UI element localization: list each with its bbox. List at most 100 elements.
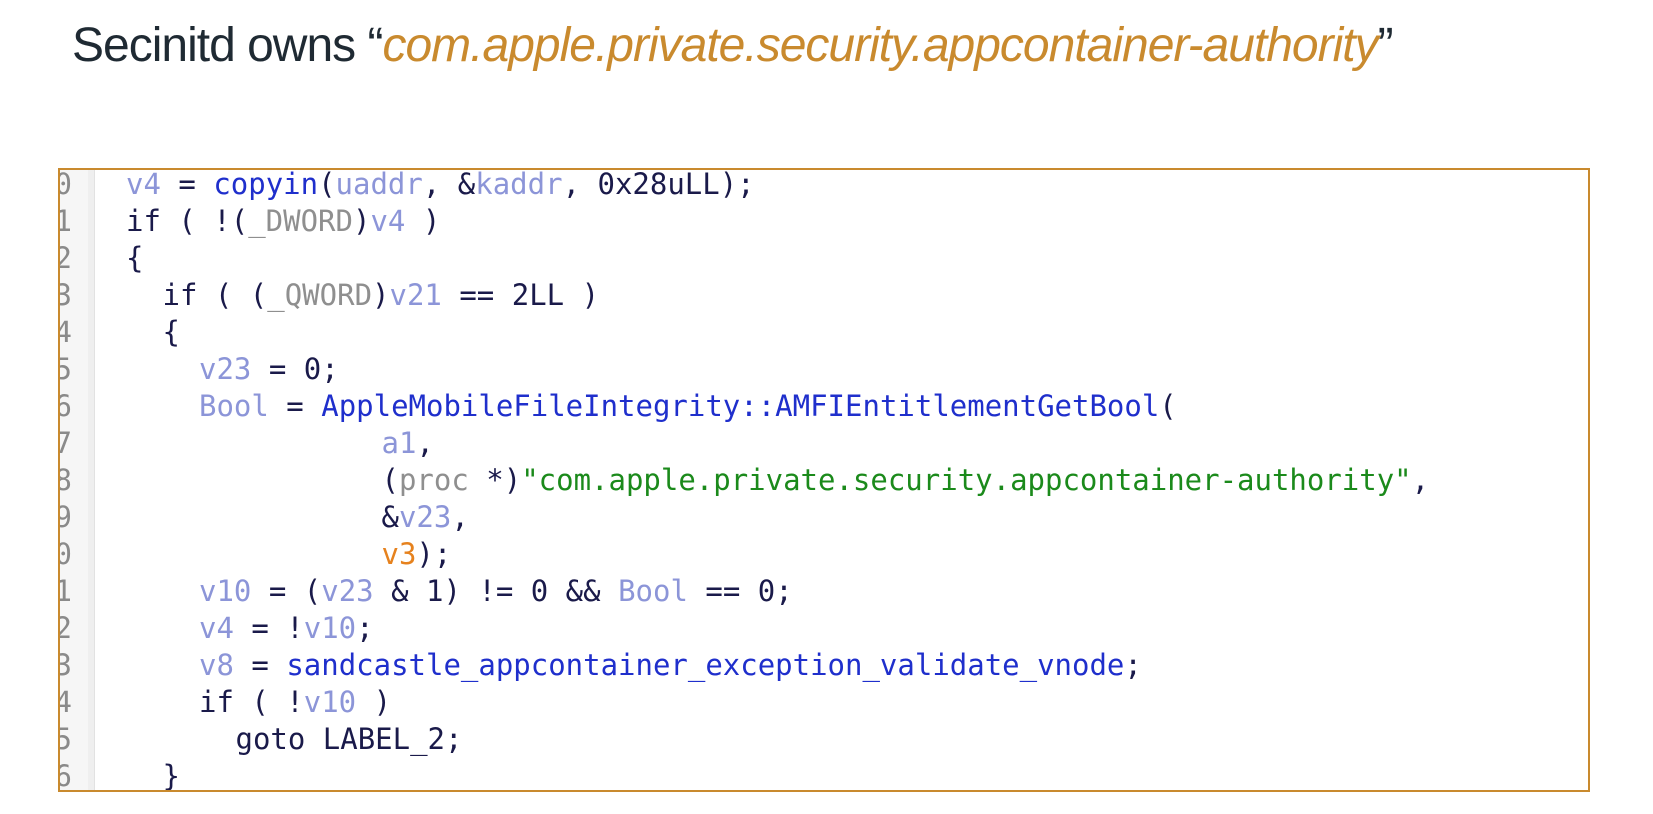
code-token: v10 <box>199 574 252 608</box>
line-number: 3 <box>60 277 72 314</box>
line-number: 3 <box>60 647 72 684</box>
code-token: & 1) != 0 && <box>373 574 619 608</box>
code-text: v4 = copyin(uaddr, &kaddr, 0x28uLL); <box>126 168 755 203</box>
line-number: 5 <box>60 351 72 388</box>
line-number: 7 <box>60 425 72 462</box>
code-token: == 0; <box>687 574 793 608</box>
code-token: ) <box>405 204 441 238</box>
code-token: ) <box>356 685 392 719</box>
code-text: { <box>126 240 143 277</box>
code-text: v8 = sandcastle_appcontainer_exception_v… <box>199 647 1142 684</box>
code-token: uaddr <box>335 168 423 201</box>
code-line: 9&v23, <box>60 499 1588 536</box>
line-number: 1 <box>60 203 72 240</box>
line-number: 6 <box>60 388 72 425</box>
code-token: kaddr <box>475 168 563 201</box>
code-token: { <box>126 241 144 275</box>
line-number: 0 <box>60 170 72 203</box>
code-token: Bool <box>618 574 688 608</box>
code-text: goto LABEL_2; <box>236 721 463 758</box>
code-text: (proc *)"com.apple.private.security.appc… <box>382 462 1430 499</box>
code-token: & <box>381 500 399 534</box>
code-token: } <box>162 759 180 792</box>
code-line: 3 if ( (_QWORD)v21 == 2LL ) <box>60 277 1588 314</box>
code-line: 4{ <box>60 314 1588 351</box>
code-text: if ( (_QWORD)v21 == 2LL ) <box>163 277 600 314</box>
code-token: if ( !( <box>126 204 249 238</box>
code-line: 3 v8 = sandcastle_appcontainer_exception_… <box>60 647 1588 684</box>
line-number: 8 <box>60 462 72 499</box>
code-token: v4 <box>199 611 234 645</box>
code-line: 1 if ( !(_DWORD)v4 ) <box>60 203 1588 240</box>
code-line: 1 v10 = (v23 & 1) != 0 && Bool == 0; <box>60 573 1588 610</box>
code-token: v23 <box>321 574 374 608</box>
code-text: v23 = 0; <box>199 351 339 388</box>
code-listing: 0 v4 = copyin(uaddr, &kaddr, 0x28uLL); 1 if… <box>58 168 1590 792</box>
code-token: "com.apple.private.security.appcontainer… <box>521 463 1412 497</box>
code-line: 6} <box>60 758 1588 792</box>
code-token: v3 <box>381 537 417 571</box>
code-token: v4 <box>370 204 406 238</box>
code-token: , <box>1411 463 1430 497</box>
code-token: proc <box>398 463 469 497</box>
code-token: , 0x28uLL); <box>562 168 755 201</box>
line-number: 9 <box>60 499 72 536</box>
code-line: 5 v23 = 0; <box>60 351 1588 388</box>
code-token: AppleMobileFileIntegrity::AMFIEntitlemen… <box>321 389 1160 423</box>
code-token: ; <box>1124 648 1142 682</box>
code-token: , <box>416 426 434 460</box>
code-line: 0 v3); <box>60 536 1588 573</box>
code-token: ); <box>416 537 452 571</box>
code-token: == 2LL ) <box>441 278 600 312</box>
code-token: v10 <box>303 685 357 719</box>
code-token: if ( ! <box>199 685 304 719</box>
code-text: v10 = (v23 & 1) != 0 && Bool == 0; <box>199 573 793 610</box>
code-token: = <box>233 648 287 682</box>
code-token: , & <box>422 168 476 201</box>
code-line: 6 Bool = AppleMobileFileIntegrity::AMFIEn… <box>60 388 1588 425</box>
code-line: 4 if ( !v10 ) <box>60 684 1588 721</box>
code-token: v23 <box>199 352 252 386</box>
code-token: = ! <box>233 611 304 645</box>
code-token: ; <box>356 611 374 645</box>
code-token: = ( <box>251 574 322 608</box>
line-number: 2 <box>60 240 72 277</box>
code-line: 2{ <box>60 240 1588 277</box>
line-number: 4 <box>60 314 72 351</box>
code-text: &v23, <box>382 499 469 536</box>
code-line: 8 (proc *)"com.apple.private.security.app… <box>60 462 1588 499</box>
code-text: a1, <box>382 425 434 462</box>
code-token: = <box>160 168 214 201</box>
line-number: 2 <box>60 610 72 647</box>
title-prefix: Secinitd owns “ <box>72 19 383 72</box>
code-token: v23 <box>398 500 452 534</box>
code-token: a1 <box>381 426 417 460</box>
code-token: goto LABEL_2; <box>235 722 463 756</box>
line-number: 5 <box>60 721 72 758</box>
code-text: v3); <box>382 536 452 573</box>
code-token: _DWORD <box>248 204 353 238</box>
code-token: ) <box>352 204 371 238</box>
code-token: , <box>451 500 469 534</box>
code-token: ( <box>318 168 336 201</box>
code-line: 7 a1, <box>60 425 1588 462</box>
code-line: 0 v4 = copyin(uaddr, &kaddr, 0x28uLL); <box>60 168 1588 203</box>
code-token: = 0; <box>251 352 339 386</box>
title-entitlement: com.apple.private.security.appcontainer-… <box>382 19 1378 72</box>
code-token: *) <box>468 463 522 497</box>
code-token: v8 <box>199 648 234 682</box>
code-token: Bool <box>199 389 269 423</box>
title-suffix: ” <box>1377 19 1394 72</box>
code-line: 2 v4 = !v10; <box>60 610 1588 647</box>
code-token: ) <box>372 278 390 312</box>
code-text: if ( !v10 ) <box>199 684 391 721</box>
code-token: sandcastle_appcontainer_exception_valida… <box>286 648 1125 682</box>
code-token: { <box>162 315 180 349</box>
code-token: ( <box>381 463 399 497</box>
code-line: 5 goto LABEL_2; <box>60 721 1588 758</box>
code-token: v4 <box>126 168 161 201</box>
code-token: _QWORD <box>267 278 373 312</box>
code-token: v10 <box>303 611 357 645</box>
line-number: 4 <box>60 684 72 721</box>
code-text: if ( !(_DWORD)v4 ) <box>126 203 440 240</box>
